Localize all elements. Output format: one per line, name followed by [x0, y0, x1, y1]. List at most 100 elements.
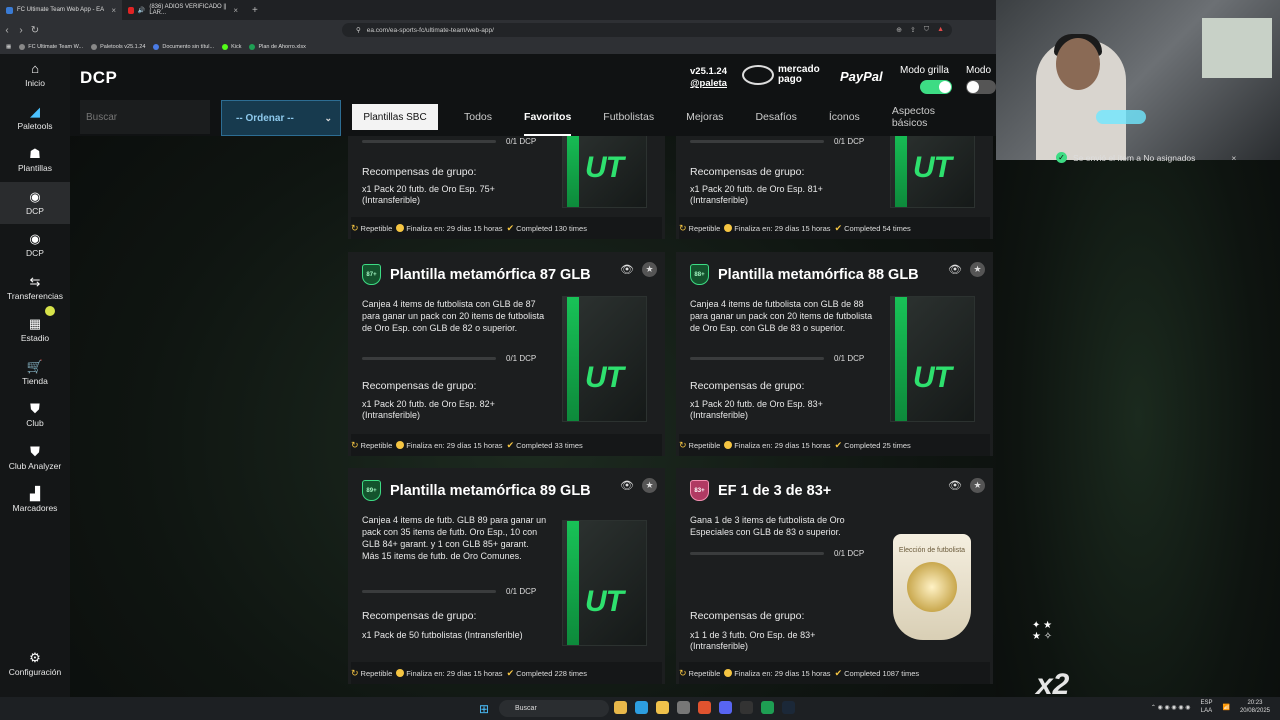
bookmark-documento[interactable]: Documento sin títul... — [153, 44, 214, 50]
tab-mejoras[interactable]: Mejoras — [686, 98, 739, 136]
browser-tab-youtube[interactable]: 🔊 (836) ADIOS VERIFICADO || LAR... × — [122, 0, 244, 20]
paypal-logo[interactable]: PayPal — [840, 69, 883, 84]
close-icon[interactable]: × — [233, 6, 238, 15]
mercadopago-logo[interactable]: mercado pago — [742, 65, 820, 85]
bookmark-label: Documento sin títul... — [162, 44, 215, 50]
tab-desafios[interactable]: Desafíos — [755, 98, 812, 136]
tray-icons[interactable]: ⌃ ◉ ◉ ◉ ◉ ◉ — [1151, 704, 1191, 711]
steam-icon[interactable] — [782, 701, 795, 714]
sbc-card[interactable]: 89+ Plantilla metamórfica 89 GLB 👁 ★ Canje… — [348, 468, 665, 684]
sidebar-item-inicio[interactable]: ⌂ Inicio — [0, 54, 70, 97]
store-icon[interactable] — [677, 701, 690, 714]
tab-iconos[interactable]: Íconos — [829, 98, 876, 136]
pack-image: UT — [562, 126, 647, 208]
hide-icon[interactable]: 👁 — [620, 263, 634, 276]
file-explorer-icon[interactable] — [614, 701, 627, 714]
reload-icon[interactable]: ↻ — [28, 25, 42, 36]
tab-todos[interactable]: Todos — [464, 98, 508, 136]
sidebar-item-dcp-2[interactable]: ◉ DCP — [0, 224, 70, 267]
mode-label: Modo — [966, 65, 992, 76]
tab-aspectos-basicos[interactable]: Aspectos básicos — [892, 98, 980, 136]
sbc-card[interactable]: 88+ Plantilla metamórfica 88 GLB 👁 ★ Canje… — [676, 252, 993, 456]
tab-favoritos[interactable]: Favoritos — [524, 98, 587, 136]
xbox-icon[interactable] — [761, 701, 774, 714]
favorite-star-icon[interactable]: ★ — [642, 478, 657, 493]
obs-icon[interactable] — [740, 701, 753, 714]
sidebar-item-configuracion[interactable]: ⚙ Configuración — [0, 643, 70, 686]
progress-bar — [690, 140, 824, 143]
repeatable-label: Repetible — [688, 668, 721, 678]
folder-icon[interactable] — [656, 701, 669, 714]
bookmark-futweb[interactable]: FC Ultimate Team W... — [19, 44, 83, 50]
windows-start-icon[interactable]: ⊞ — [479, 702, 489, 716]
hide-icon[interactable]: 👁 — [948, 479, 962, 492]
reward-text: x1 Pack 20 futb. de Oro Esp. 83+ (Intran… — [690, 399, 823, 420]
share-icon[interactable]: ⇪ — [910, 26, 916, 34]
shield-icon[interactable]: ⛉ — [924, 26, 929, 34]
site-info-icon[interactable]: ⚲ — [356, 26, 361, 34]
sbc-card[interactable]: 0/1 DCP Recompensas de grupo: x1 Pack 20… — [676, 126, 993, 239]
ut-logo-icon: UT — [913, 151, 952, 184]
order-select[interactable]: -- Ordenar -- ⌄ — [221, 100, 341, 136]
alert-icon[interactable]: ▲ — [937, 26, 944, 34]
sidebar-item-tienda[interactable]: 🛒 Tienda — [0, 352, 70, 395]
sidebar-item-club[interactable]: ⛊ Club — [0, 394, 70, 437]
new-tab-icon[interactable]: + — [244, 5, 266, 16]
bookmark-kick[interactable]: Kick — [222, 44, 241, 50]
sbc-card[interactable]: 83+ EF 1 de 3 de 83+ 👁 ★ Gana 1 de 3 items… — [676, 468, 993, 684]
taskbar-search[interactable]: Buscar — [499, 700, 609, 717]
progress-bar — [362, 590, 496, 593]
tab-label: (836) ADIOS VERIFICADO || LAR... — [149, 4, 227, 16]
home-icon: ⌂ — [31, 61, 39, 77]
sidebar-item-club-analyzer[interactable]: ⛊ Club Analyzer — [0, 437, 70, 480]
language-indicator[interactable]: ESP LAA — [1200, 699, 1212, 715]
sidebar-item-dcp[interactable]: ◉ DCP — [0, 181, 70, 224]
favorite-star-icon[interactable]: ★ — [970, 262, 985, 277]
sbc-card[interactable]: 87+ Plantilla metamórfica 87 GLB 👁 ★ Canje… — [348, 252, 665, 456]
clock-icon — [724, 441, 733, 449]
toast-notification: ✓ Se envió el ítem a No asignados × — [1056, 152, 1236, 163]
grid-mode-toggle[interactable]: Modo grilla — [900, 65, 952, 94]
search-input[interactable] — [80, 100, 210, 134]
forward-icon[interactable]: › — [14, 25, 28, 36]
reward-title: Recompensas de grupo: — [690, 166, 805, 178]
sidebar-item-transferencias[interactable]: ⇆ Transferencias — [0, 267, 70, 310]
favorite-star-icon[interactable]: ★ — [642, 262, 657, 277]
favorite-star-icon[interactable]: ★ — [970, 478, 985, 493]
time-label: 20:23 — [1247, 700, 1263, 706]
sbc-card[interactable]: 0/1 DCP Recompensas de grupo: x1 Pack 20… — [348, 126, 665, 239]
brave-icon[interactable] — [698, 701, 711, 714]
excel-icon — [249, 44, 256, 50]
author-link[interactable]: @paleta — [690, 78, 727, 90]
url-field[interactable]: ⚲ ea.com/ea-sports-fc/ultimate-team/web-… — [342, 23, 952, 37]
browser-tab-futweb[interactable]: FC Ultimate Team Web App - EA × — [0, 0, 122, 20]
ut-logo-icon: UT — [913, 361, 952, 394]
reward-title: Recompensas de grupo: — [362, 380, 477, 392]
edge-icon[interactable] — [635, 701, 648, 714]
ut-logo-icon: UT — [585, 151, 624, 184]
grid-mode-switch[interactable] — [920, 80, 952, 94]
mode-switch[interactable] — [966, 80, 996, 94]
zoom-icon[interactable]: ⊕ — [896, 26, 902, 34]
discord-icon[interactable] — [719, 701, 732, 714]
clock[interactable]: 20:23 20/08/2025 — [1240, 699, 1270, 715]
bookmark-paletools[interactable]: Paletools v25.1.24 — [91, 44, 145, 50]
reward-text: x1 1 de 3 futb. Oro Esp. de 83+ (Intrans… — [690, 630, 816, 651]
mode-toggle[interactable]: Modo — [966, 65, 996, 94]
hide-icon[interactable]: 👁 — [948, 263, 962, 276]
close-icon[interactable]: × — [1231, 153, 1236, 163]
close-icon[interactable]: × — [111, 6, 116, 15]
sidebar-item-paletools[interactable]: ◢ Paletools — [0, 97, 70, 140]
back-icon[interactable]: ‹ — [0, 25, 14, 36]
club-icon: ⛊ — [30, 401, 40, 417]
sidebar-item-marcadores[interactable]: ▟ Marcadores — [0, 479, 70, 522]
sidebar-item-estadio[interactable]: ▦ Estadio — [0, 309, 70, 352]
bookmark-plan-ahorro[interactable]: Plan de Ahorro.xlsx — [249, 44, 306, 50]
hide-icon[interactable]: 👁 — [620, 479, 634, 492]
sbc-templates-button[interactable]: Plantillas SBC — [352, 104, 438, 130]
tab-futbolistas[interactable]: Futbolistas — [603, 98, 670, 136]
wifi-icon[interactable]: 📶 — [1222, 704, 1229, 711]
page-title: DCP — [80, 68, 118, 87]
sidebar-item-plantillas[interactable]: ☗ Plantillas — [0, 139, 70, 182]
apps-icon[interactable]: ▦ — [6, 44, 11, 50]
